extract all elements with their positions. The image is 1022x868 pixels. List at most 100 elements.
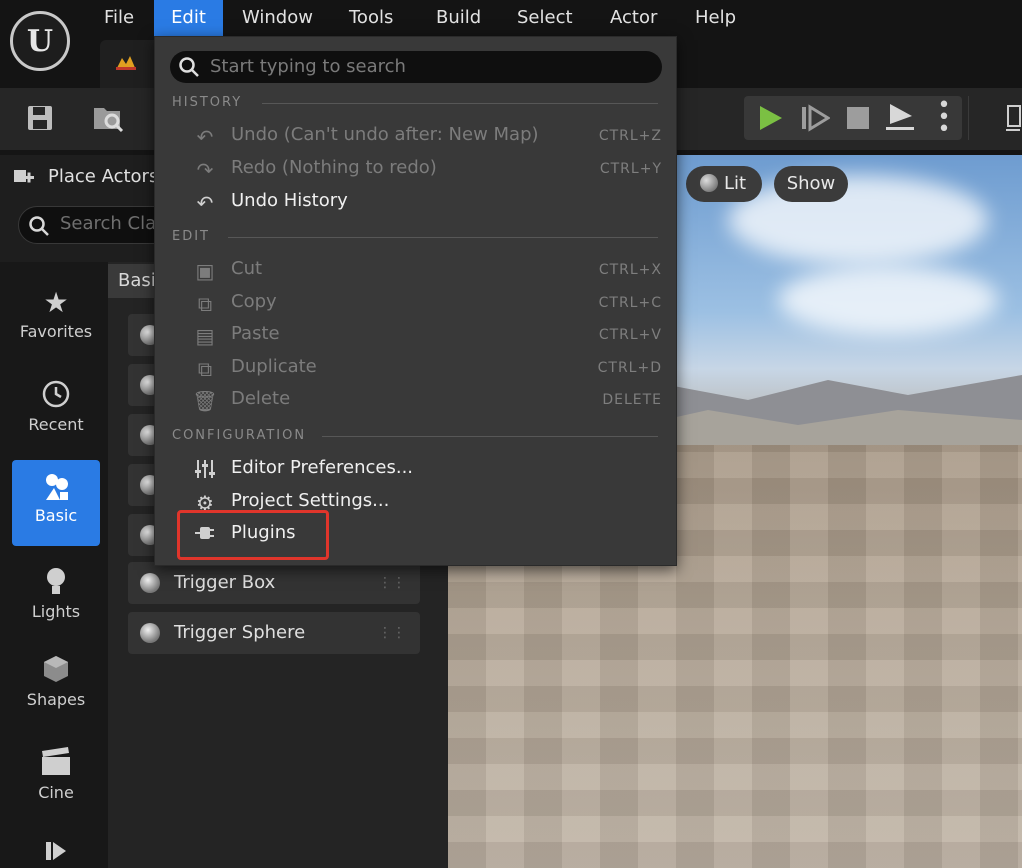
- menu-item-editor-preferences[interactable]: Editor Preferences...: [192, 455, 662, 485]
- trash-icon: 🗑: [192, 389, 218, 413]
- clock-icon: [12, 379, 100, 415]
- menu-file[interactable]: File: [104, 0, 134, 36]
- category-shapes[interactable]: Shapes: [12, 644, 100, 728]
- cloud: [778, 265, 998, 335]
- play-icon[interactable]: [756, 104, 784, 132]
- redo-icon: ↷: [196, 158, 214, 182]
- clapperboard-icon: [12, 747, 100, 783]
- place-actors-title: Place Actors: [48, 166, 159, 187]
- platforms-icon[interactable]: [1004, 104, 1022, 132]
- lightbulb-icon: [12, 566, 100, 602]
- duplicate-icon: ⧉: [197, 357, 213, 381]
- category-basic[interactable]: Basic: [12, 460, 100, 546]
- menu-item-label: Cut: [231, 258, 263, 279]
- list-item-label: Trigger Sphere: [174, 622, 306, 643]
- step-frame-icon[interactable]: [800, 104, 830, 132]
- undo-icon: ↶: [196, 125, 214, 149]
- menu-item-copy[interactable]: ⧉ Copy CTRL+C: [192, 289, 662, 319]
- menu-item-label: Duplicate: [231, 356, 317, 377]
- stop-icon[interactable]: [846, 106, 870, 130]
- menu-item-shortcut: DELETE: [602, 392, 662, 408]
- paste-icon: ▤: [195, 324, 215, 348]
- menu-item-label: Editor Preferences...: [231, 457, 414, 478]
- category-lights[interactable]: Lights: [12, 556, 100, 640]
- toolbar-divider: [968, 96, 969, 140]
- menu-search-placeholder: Start typing to search: [210, 56, 406, 77]
- menu-item-undo-history[interactable]: ↶ Undo History: [192, 188, 662, 218]
- trigger-sphere-icon: [140, 623, 160, 643]
- list-item-trigger-sphere[interactable]: Trigger Sphere ⋮⋮: [128, 612, 420, 654]
- menu-window[interactable]: Window: [242, 0, 313, 36]
- undo-history-icon: ↶: [196, 191, 214, 215]
- section-header-configuration: CONFIGURATION: [172, 428, 307, 443]
- trigger-box-icon: [140, 573, 160, 593]
- lit-button[interactable]: Lit: [686, 166, 762, 202]
- menu-select[interactable]: Select: [517, 0, 573, 36]
- search-icon: [179, 57, 199, 77]
- menu-item-undo[interactable]: ↶ Undo (Can't undo after: New Map) CTRL+…: [192, 122, 662, 152]
- menu-item-shortcut: CTRL+D: [597, 360, 662, 376]
- eject-icon[interactable]: [884, 102, 916, 132]
- lit-label: Lit: [724, 173, 747, 194]
- category-label: Lights: [31, 602, 81, 621]
- menu-item-shortcut: CTRL+Z: [598, 128, 662, 144]
- category-favorites[interactable]: ★ Favorites: [12, 276, 100, 360]
- category-label: Favorites: [19, 322, 93, 341]
- cloud: [728, 175, 988, 265]
- level-icon: [116, 56, 136, 70]
- menu-item-label: Undo (Can't undo after: New Map): [231, 124, 539, 145]
- menu-item-label: Delete: [231, 388, 291, 409]
- list-item-label: Trigger Box: [174, 572, 276, 593]
- unreal-logo-icon[interactable]: U: [10, 11, 70, 71]
- menu-item-label: Paste: [231, 323, 280, 344]
- menu-item-shortcut: CTRL+X: [598, 262, 662, 278]
- section-header-history: HISTORY: [172, 95, 243, 110]
- star-icon: ★: [43, 286, 69, 319]
- search-icon: [29, 216, 49, 236]
- section-header-edit: EDIT: [172, 229, 210, 244]
- browse-content-icon[interactable]: [92, 102, 126, 134]
- drag-handle-icon[interactable]: ⋮⋮: [378, 562, 406, 604]
- drag-handle-icon[interactable]: ⋮⋮: [378, 612, 406, 654]
- menu-item-shortcut: CTRL+V: [598, 327, 662, 343]
- play-options-icon[interactable]: • • •: [936, 95, 952, 141]
- category-label: Cine: [38, 783, 74, 802]
- menu-actor[interactable]: Actor: [610, 0, 657, 36]
- menu-item-cut[interactable]: ▣ Cut CTRL+X: [192, 256, 662, 286]
- show-button[interactable]: Show: [774, 166, 848, 202]
- section-divider: [262, 103, 658, 104]
- list-item-trigger-box[interactable]: Trigger Box ⋮⋮: [128, 562, 420, 604]
- menu-item-duplicate[interactable]: ⧉ Duplicate CTRL+D: [192, 354, 662, 384]
- place-actors-icon: [14, 170, 34, 183]
- plugins-highlight-box: [177, 510, 329, 560]
- cut-icon: ▣: [195, 259, 215, 283]
- menu-item-label: Undo History: [231, 190, 348, 211]
- more-category-icon[interactable]: [44, 840, 68, 862]
- menu-item-label: Project Settings...: [231, 490, 390, 511]
- menu-help[interactable]: Help: [695, 0, 736, 36]
- category-label: Recent: [28, 415, 84, 434]
- menu-item-shortcut: CTRL+Y: [599, 161, 662, 177]
- menu-build[interactable]: Build: [436, 0, 481, 36]
- menu-tools[interactable]: Tools: [349, 0, 393, 36]
- cube-icon: [12, 654, 100, 690]
- menu-item-delete[interactable]: 🗑 Delete DELETE: [192, 386, 662, 416]
- category-label: Shapes: [26, 690, 86, 709]
- section-divider: [228, 237, 658, 238]
- menu-item-shortcut: CTRL+C: [598, 295, 662, 311]
- menu-edit[interactable]: Edit: [154, 0, 223, 36]
- section-divider: [322, 436, 658, 437]
- sliders-icon: [192, 458, 218, 482]
- lit-sphere-icon: [700, 174, 718, 192]
- menu-item-label: Copy: [231, 291, 277, 312]
- category-label: Basic: [34, 506, 78, 525]
- shapes-icon: [12, 470, 100, 506]
- list-tab-basic[interactable]: Basic: [108, 264, 166, 298]
- copy-icon: ⧉: [197, 292, 213, 316]
- category-recent[interactable]: Recent: [12, 369, 100, 453]
- save-icon[interactable]: [26, 104, 54, 132]
- menu-item-label: Redo (Nothing to redo): [231, 157, 437, 178]
- category-cine[interactable]: Cine: [12, 737, 100, 821]
- menu-item-redo[interactable]: ↷ Redo (Nothing to redo) CTRL+Y: [192, 155, 662, 185]
- menu-item-paste[interactable]: ▤ Paste CTRL+V: [192, 321, 662, 351]
